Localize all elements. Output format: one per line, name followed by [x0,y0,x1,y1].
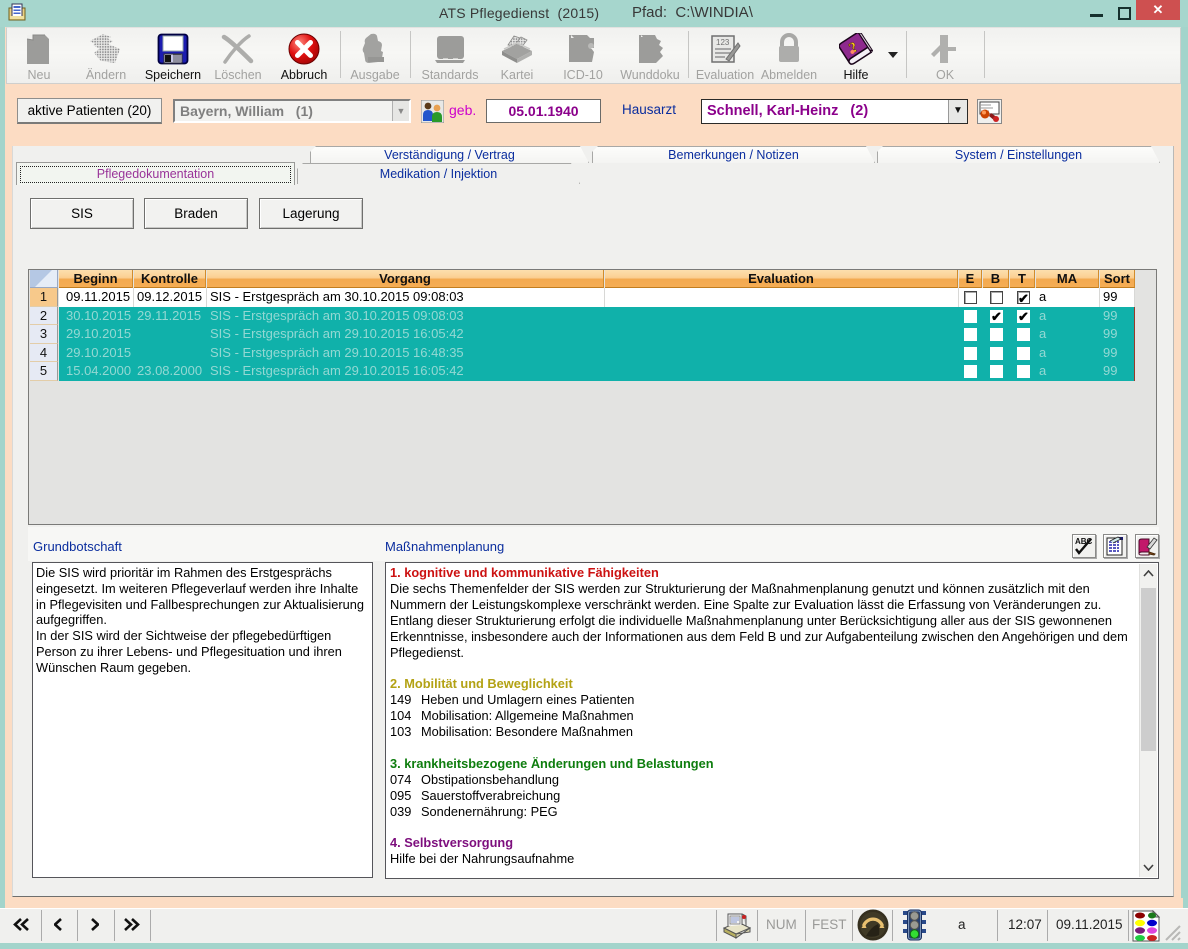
svg-text:123: 123 [716,38,730,47]
